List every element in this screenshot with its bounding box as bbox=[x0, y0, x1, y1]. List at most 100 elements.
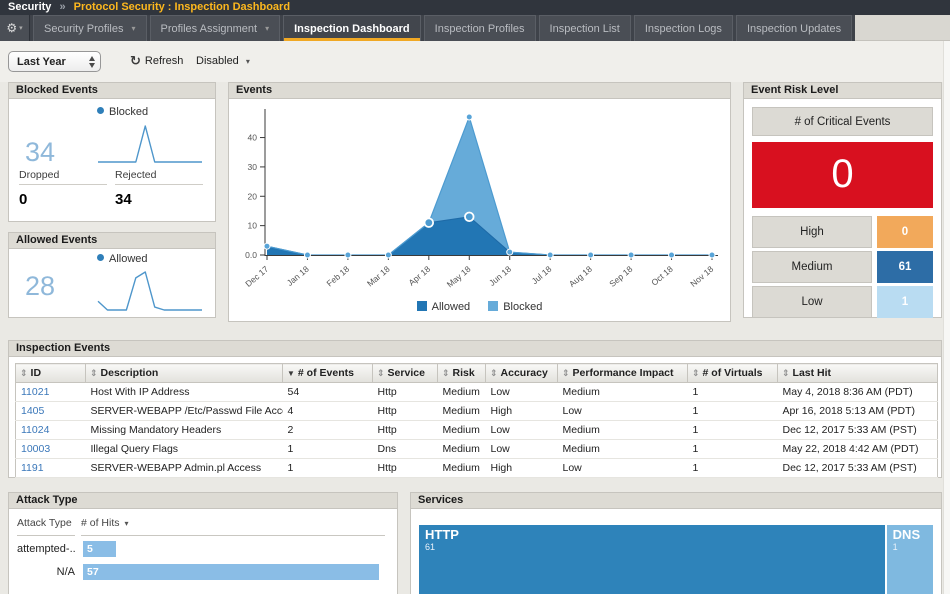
cell-risk: Medium bbox=[438, 459, 486, 478]
cell-description: Illegal Query Flags bbox=[86, 440, 283, 459]
column-header-accuracy[interactable]: ⇕Accuracy bbox=[486, 364, 558, 383]
events-panel: Events 0.010203040Dec 17Jan 18Feb 18Mar … bbox=[228, 82, 731, 322]
cell-events: 1 bbox=[283, 459, 373, 478]
column-header-risk[interactable]: ⇕Risk bbox=[438, 364, 486, 383]
panel-title: Inspection Events bbox=[9, 341, 941, 357]
attack-type-header: Attack Type # of Hits▾ bbox=[17, 517, 387, 536]
svg-text:Jun 18: Jun 18 bbox=[487, 264, 513, 288]
cell-risk: Medium bbox=[438, 383, 486, 402]
svg-text:Apr 18: Apr 18 bbox=[406, 264, 432, 288]
settings-menu-button[interactable]: ⚙▾ bbox=[0, 15, 30, 41]
refresh-button[interactable]: ↻ Refresh bbox=[130, 54, 183, 67]
cell-events: 2 bbox=[283, 421, 373, 440]
event-id-link[interactable]: 1191 bbox=[21, 462, 44, 474]
sort-icon: ⇕ bbox=[490, 368, 498, 378]
allowed-events-panel: Allowed Events 28 Allowed bbox=[8, 232, 216, 318]
blocked-sparkline bbox=[95, 119, 205, 165]
cell-description: Host With IP Address bbox=[86, 383, 283, 402]
table-row: 10003 Illegal Query Flags 1 Dns Medium L… bbox=[16, 440, 938, 459]
tab-label: Inspection Profiles bbox=[435, 23, 525, 35]
svg-text:Nov 18: Nov 18 bbox=[688, 264, 715, 289]
cell-events: 4 bbox=[283, 402, 373, 421]
stat-dropped: Dropped 0 bbox=[19, 169, 115, 208]
tab-strip: ⚙▾ Security Profiles ▾ Profiles Assignme… bbox=[0, 15, 855, 41]
attack-type-panel: Attack Type Attack Type# of Hits▾ attemp… bbox=[8, 492, 398, 594]
cell-risk: Medium bbox=[438, 440, 486, 459]
critical-events-label: # of Critical Events bbox=[752, 107, 933, 136]
time-range-select[interactable]: Last Year bbox=[8, 51, 101, 72]
panel-title: Blocked Events bbox=[9, 83, 215, 99]
column-header-id[interactable]: ⇕ID bbox=[16, 364, 86, 383]
event-id-link[interactable]: 11024 bbox=[21, 424, 49, 436]
svg-text:30: 30 bbox=[248, 162, 258, 172]
table-row: 11021 Host With IP Address 54 Http Mediu… bbox=[16, 383, 938, 402]
scrollbar[interactable] bbox=[943, 41, 950, 594]
cell-accuracy: High bbox=[486, 402, 558, 421]
column-header-last-hit[interactable]: ⇕Last Hit bbox=[778, 364, 938, 383]
services-panel: Services HTTP 61 DNS 1 bbox=[410, 492, 942, 594]
table-row: 1191 SERVER-WEBAPP Admin.pl Access 1 Htt… bbox=[16, 459, 938, 478]
tab-inspection-list[interactable]: Inspection List bbox=[539, 15, 631, 41]
blocked-events-panel: Blocked Events 34 Blocked Dropped 0 Reje… bbox=[8, 82, 216, 222]
tab-label: Inspection List bbox=[550, 23, 620, 35]
auto-refresh-dropdown[interactable]: Disabled ▾ bbox=[196, 55, 250, 67]
column-header-virtuals[interactable]: ⇕# of Virtuals bbox=[688, 364, 778, 383]
panel-title: Events bbox=[229, 83, 730, 99]
inspection-events-panel: Inspection Events ⇕ID ⇕Description ▼# of… bbox=[8, 340, 942, 478]
svg-text:Sep 18: Sep 18 bbox=[607, 264, 634, 289]
event-id-link[interactable]: 1405 bbox=[21, 405, 44, 417]
cell-last-hit: Dec 12, 2017 5:33 AM (PST) bbox=[778, 421, 938, 440]
svg-text:Oct 18: Oct 18 bbox=[649, 264, 675, 288]
attack-type-bar[interactable]: 57 bbox=[83, 564, 379, 580]
tab-label: Inspection Dashboard bbox=[294, 23, 410, 35]
cell-service: Http bbox=[373, 459, 438, 478]
table-header-row: ⇕ID ⇕Description ▼# of Events ⇕Service ⇕… bbox=[16, 364, 938, 383]
column-header-events[interactable]: ▼# of Events bbox=[283, 364, 373, 383]
spark-legend: Allowed bbox=[97, 253, 148, 265]
attack-type-column-label: Attack Type bbox=[17, 517, 75, 536]
column-header-performance-impact[interactable]: ⇕Performance Impact bbox=[558, 364, 688, 383]
cell-accuracy: Low bbox=[486, 383, 558, 402]
page-title: Protocol Security : Inspection Dashboard bbox=[74, 1, 290, 13]
legend-dot-icon bbox=[97, 107, 104, 114]
hits-sort-dropdown[interactable]: # of Hits▾ bbox=[81, 517, 385, 536]
sort-icon: ⇕ bbox=[377, 368, 385, 378]
tab-inspection-updates[interactable]: Inspection Updates bbox=[736, 15, 852, 41]
risk-value-high: 0 bbox=[877, 216, 933, 248]
treemap-block-dns[interactable]: DNS 1 bbox=[887, 525, 933, 594]
cell-risk: Medium bbox=[438, 402, 486, 421]
cell-performance-impact: Low bbox=[558, 402, 688, 421]
legend-item-blocked: Blocked bbox=[488, 301, 542, 313]
tab-profiles-assignment[interactable]: Profiles Assignment ▾ bbox=[150, 15, 281, 41]
cell-description: SERVER-WEBAPP Admin.pl Access bbox=[86, 459, 283, 478]
column-header-service[interactable]: ⇕Service bbox=[373, 364, 438, 383]
spark-legend: Blocked bbox=[97, 106, 148, 118]
attack-type-row: N/A 57 bbox=[17, 564, 387, 580]
risk-label-medium: Medium bbox=[752, 251, 872, 283]
attack-type-bar[interactable]: 5 bbox=[83, 541, 116, 557]
treemap-block-http[interactable]: HTTP 61 bbox=[419, 525, 885, 594]
legend-item-allowed: Allowed bbox=[417, 301, 471, 313]
legend-dot-icon bbox=[97, 254, 104, 261]
cell-accuracy: Low bbox=[486, 421, 558, 440]
cell-performance-impact: Medium bbox=[558, 383, 688, 402]
tab-inspection-profiles[interactable]: Inspection Profiles bbox=[424, 15, 536, 41]
event-id-link[interactable]: 10003 bbox=[21, 443, 50, 455]
tab-label: Profiles Assignment bbox=[161, 23, 258, 35]
event-id-link[interactable]: 11021 bbox=[21, 386, 49, 398]
cell-description: SERVER-WEBAPP /Etc/Passwd File Access At… bbox=[86, 402, 283, 421]
tab-security-profiles[interactable]: Security Profiles ▾ bbox=[33, 15, 147, 41]
chevron-down-icon: ▾ bbox=[265, 24, 269, 33]
chevron-down-icon: ▾ bbox=[125, 519, 129, 528]
breadcrumb-section[interactable]: Security bbox=[8, 1, 51, 13]
sort-icon: ⇕ bbox=[90, 368, 98, 378]
breadcrumb: Security » Protocol Security : Inspectio… bbox=[0, 0, 950, 15]
tab-inspection-dashboard[interactable]: Inspection Dashboard bbox=[283, 15, 421, 41]
refresh-label: Refresh bbox=[145, 55, 184, 67]
risk-value-medium: 61 bbox=[877, 251, 933, 283]
chevron-down-icon: ▾ bbox=[19, 24, 23, 32]
risk-value-low: 1 bbox=[877, 286, 933, 318]
tab-inspection-logs[interactable]: Inspection Logs bbox=[634, 15, 733, 41]
column-header-description[interactable]: ⇕Description bbox=[86, 364, 283, 383]
cell-description: Missing Mandatory Headers bbox=[86, 421, 283, 440]
